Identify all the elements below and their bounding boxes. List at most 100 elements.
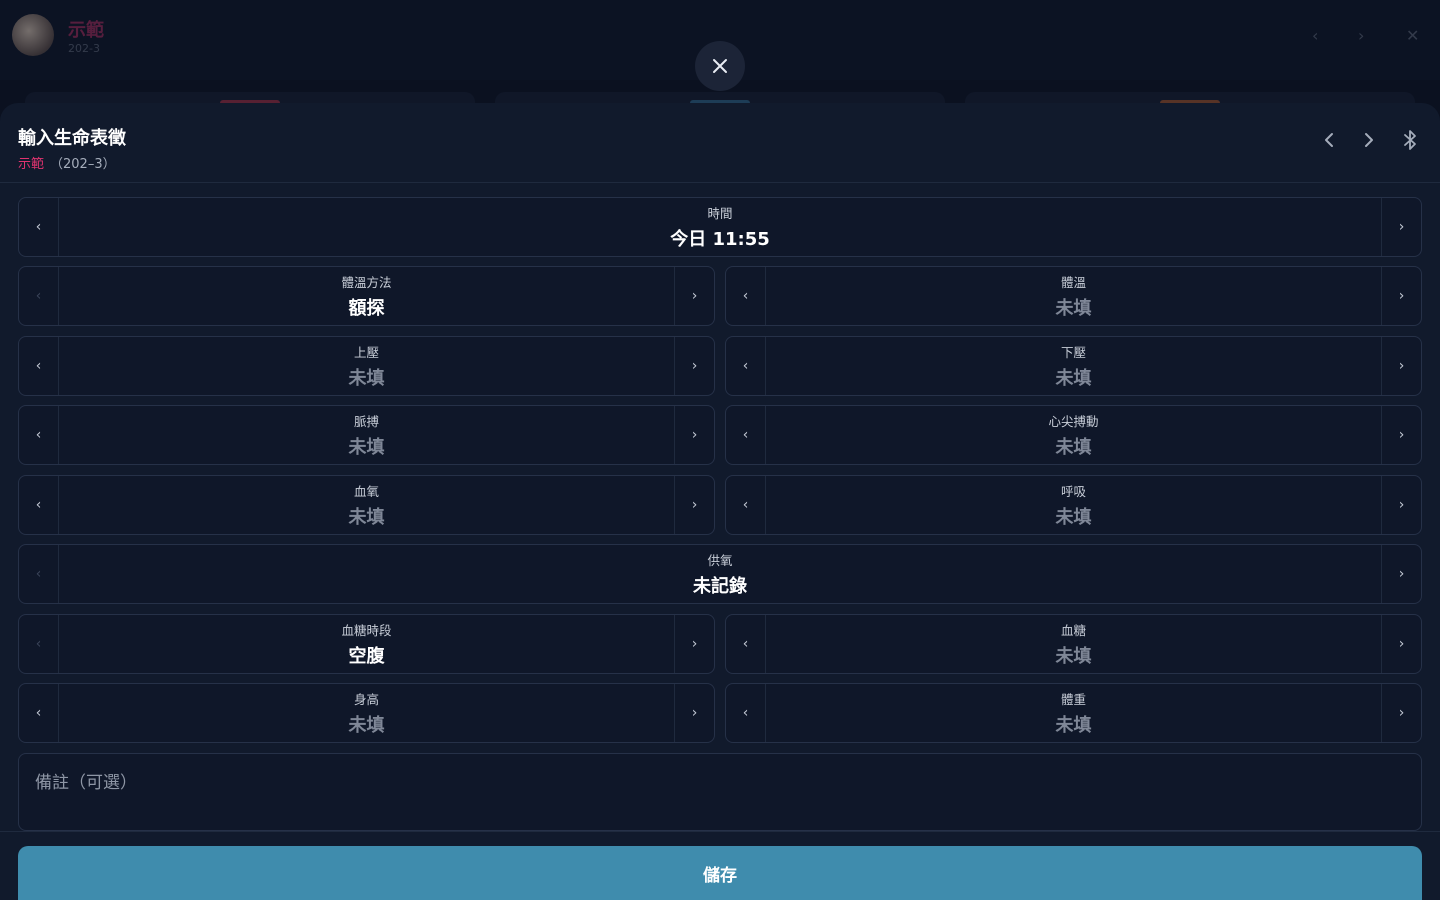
glucose-period-field: ‹ 血糖時段 空腹 › bbox=[18, 614, 715, 674]
spo2-field: ‹ 血氧 未填 › bbox=[18, 475, 715, 535]
apical-pulse-prev-button[interactable]: ‹ bbox=[726, 406, 766, 464]
glucose-prev-button[interactable]: ‹ bbox=[726, 615, 766, 673]
close-button[interactable] bbox=[695, 41, 745, 91]
field-value: 未填 bbox=[1055, 298, 1092, 319]
note-textarea[interactable]: 備註（可選） bbox=[18, 753, 1422, 831]
chevron-right-icon: › bbox=[1398, 636, 1405, 652]
respiration-field: ‹ 呼吸 未填 › bbox=[725, 475, 1422, 535]
close-icon bbox=[713, 59, 727, 73]
field-value: 未填 bbox=[348, 368, 385, 389]
field-label: 體溫 bbox=[1060, 275, 1086, 290]
oxygen-field: ‹ 供氧 未記錄 › bbox=[18, 544, 1422, 604]
temp-method-prev-button[interactable]: ‹ bbox=[19, 267, 59, 325]
background-patient-sub: 202-3 bbox=[68, 42, 100, 55]
bluetooth-button[interactable] bbox=[1399, 129, 1421, 156]
chevron-right-icon: › bbox=[691, 497, 698, 513]
pulse-next-button[interactable]: › bbox=[674, 406, 714, 464]
glucose-field: ‹ 血糖 未填 › bbox=[725, 614, 1422, 674]
chevron-left-icon: ‹ bbox=[35, 497, 42, 513]
height-next-button[interactable]: › bbox=[674, 684, 714, 742]
chevron-left-icon: ‹ bbox=[742, 427, 749, 443]
field-label: 呼吸 bbox=[1060, 484, 1086, 499]
chevron-right-icon: › bbox=[1398, 358, 1405, 374]
row-body-measure: ‹ 身高 未填 › ‹ 體重 未填 › bbox=[18, 683, 1422, 743]
glucose-period-next-button[interactable]: › bbox=[674, 615, 714, 673]
chevron-right-icon: › bbox=[1398, 497, 1405, 513]
chevron-left-icon: ‹ bbox=[35, 705, 42, 721]
chevron-right-icon: › bbox=[1398, 566, 1405, 582]
field-value: 未填 bbox=[1055, 437, 1092, 458]
field-value: 未填 bbox=[348, 715, 385, 736]
pulse-field: ‹ 脈搏 未填 › bbox=[18, 405, 715, 465]
respiration-next-button[interactable]: › bbox=[1381, 476, 1421, 534]
field-value: 未填 bbox=[1055, 368, 1092, 389]
background-chevron-right-icon: › bbox=[1358, 26, 1365, 45]
row-spo2: ‹ 血氧 未填 › ‹ 呼吸 未填 › bbox=[18, 475, 1422, 535]
field-value: 未填 bbox=[1055, 646, 1092, 667]
next-patient-button[interactable] bbox=[1358, 129, 1380, 153]
systolic-prev-button[interactable]: ‹ bbox=[19, 337, 59, 395]
systolic-field: ‹ 上壓 未填 › bbox=[18, 336, 715, 396]
field-label: 下壓 bbox=[1060, 345, 1086, 360]
field-label: 上壓 bbox=[353, 345, 379, 360]
chevron-left-icon: ‹ bbox=[35, 358, 42, 374]
field-label: 脈搏 bbox=[353, 414, 379, 429]
chevron-left-icon: ‹ bbox=[35, 427, 42, 443]
temperature-field: ‹ 體溫 未填 › bbox=[725, 266, 1422, 326]
temperature-prev-button[interactable]: ‹ bbox=[726, 267, 766, 325]
weight-next-button[interactable]: › bbox=[1381, 684, 1421, 742]
field-value: 未記錄 bbox=[693, 576, 747, 597]
glucose-period-prev-button[interactable]: ‹ bbox=[19, 615, 59, 673]
time-next-button[interactable]: › bbox=[1381, 198, 1421, 256]
field-label: 身高 bbox=[353, 692, 379, 707]
chevron-right-icon: › bbox=[1398, 288, 1405, 304]
field-value: 今日 11:55 bbox=[670, 229, 770, 250]
weight-field: ‹ 體重 未填 › bbox=[725, 683, 1422, 743]
chevron-right-icon: › bbox=[1398, 705, 1405, 721]
oxygen-prev-button[interactable]: ‹ bbox=[19, 545, 59, 603]
pulse-prev-button[interactable]: ‹ bbox=[19, 406, 59, 464]
spo2-prev-button[interactable]: ‹ bbox=[19, 476, 59, 534]
patient-room: （202–3） bbox=[50, 157, 116, 172]
save-button[interactable]: 儲存 bbox=[18, 846, 1422, 900]
respiration-prev-button[interactable]: ‹ bbox=[726, 476, 766, 534]
patient-name: 示範 bbox=[18, 157, 45, 172]
field-label: 體溫方法 bbox=[341, 275, 392, 290]
diastolic-prev-button[interactable]: ‹ bbox=[726, 337, 766, 395]
field-value: 額探 bbox=[348, 298, 385, 319]
oxygen-next-button[interactable]: › bbox=[1381, 545, 1421, 603]
height-prev-button[interactable]: ‹ bbox=[19, 684, 59, 742]
field-label: 心尖搏動 bbox=[1048, 414, 1099, 429]
systolic-next-button[interactable]: › bbox=[674, 337, 714, 395]
chevron-right-icon: › bbox=[691, 705, 698, 721]
chevron-left-icon: ‹ bbox=[742, 705, 749, 721]
time-prev-button[interactable]: ‹ bbox=[19, 198, 59, 256]
chevron-left-icon: ‹ bbox=[742, 497, 749, 513]
chevron-left-icon: ‹ bbox=[742, 358, 749, 374]
apical-pulse-next-button[interactable]: › bbox=[1381, 406, 1421, 464]
weight-prev-button[interactable]: ‹ bbox=[726, 684, 766, 742]
chevron-left-icon: ‹ bbox=[742, 636, 749, 652]
save-button-label: 儲存 bbox=[703, 865, 737, 886]
temperature-next-button[interactable]: › bbox=[1381, 267, 1421, 325]
row-blood-pressure: ‹ 上壓 未填 › ‹ 下壓 未填 › bbox=[18, 336, 1422, 396]
chevron-right-icon: › bbox=[691, 288, 698, 304]
bluetooth-icon bbox=[1404, 130, 1416, 150]
chevron-right-icon: › bbox=[691, 427, 698, 443]
field-value: 空腹 bbox=[348, 646, 385, 667]
field-value: 未填 bbox=[1055, 507, 1092, 528]
spo2-next-button[interactable]: › bbox=[674, 476, 714, 534]
temp-method-field: ‹ 體溫方法 額探 › bbox=[18, 266, 715, 326]
background-patient-name: 示範 bbox=[68, 20, 104, 41]
temp-method-next-button[interactable]: › bbox=[674, 267, 714, 325]
chevron-right-icon bbox=[1365, 133, 1373, 147]
field-label: 供氧 bbox=[707, 553, 733, 568]
glucose-next-button[interactable]: › bbox=[1381, 615, 1421, 673]
prev-patient-button[interactable] bbox=[1318, 129, 1340, 153]
diastolic-next-button[interactable]: › bbox=[1381, 337, 1421, 395]
row-glucose: ‹ 血糖時段 空腹 › ‹ 血糖 未填 › bbox=[18, 614, 1422, 674]
chevron-left-icon: ‹ bbox=[35, 219, 42, 235]
sheet-title: 輸入生命表徵 bbox=[18, 128, 126, 149]
field-value: 未填 bbox=[348, 437, 385, 458]
background-close-icon: ✕ bbox=[1406, 26, 1420, 45]
